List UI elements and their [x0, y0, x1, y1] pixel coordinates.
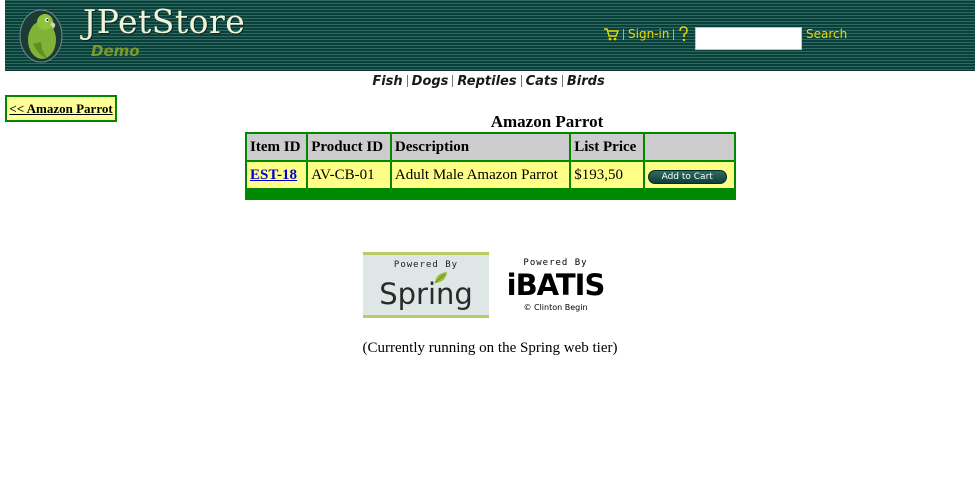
sign-in-link[interactable]: Sign-in: [628, 27, 669, 41]
quicklink-dogs[interactable]: Dogs: [412, 74, 449, 89]
header-menu: Sign-in: [603, 24, 689, 44]
search-input[interactable]: [695, 27, 802, 50]
ibatis-badge[interactable]: Powered By iBATIS © Clinton Begin: [500, 255, 611, 317]
add-to-cart-button[interactable]: Add to Cart: [647, 169, 727, 184]
action-cell: Add to Cart: [644, 162, 734, 188]
quicklink-separator: [406, 75, 408, 87]
leaf-icon: [433, 271, 449, 285]
spring-logo-text: Spring: [379, 277, 473, 311]
quicklink-separator: [561, 75, 563, 87]
list-price-cell: $193,50: [571, 162, 643, 188]
item-id-link[interactable]: EST-18: [250, 167, 297, 183]
quicklink-separator: [520, 75, 522, 87]
items-table: Item ID Product ID Description List Pric…: [245, 132, 736, 200]
column-header-list-price: List Price: [571, 134, 643, 160]
running-status-text: (Currently running on the Spring web tie…: [362, 340, 618, 356]
column-header-action: [644, 134, 734, 160]
quicklink-separator: [452, 75, 454, 87]
shopping-cart-icon[interactable]: [603, 26, 620, 42]
spring-powered-by-label: Powered By: [393, 260, 459, 270]
description-cell: Adult Male Amazon Parrot: [391, 162, 570, 188]
ibatis-copyright: © Clinton Begin: [523, 303, 588, 312]
table-row: EST-18 AV-CB-01 Adult Male Amazon Parrot…: [247, 162, 734, 188]
spring-badge[interactable]: Powered By Spring: [363, 252, 489, 318]
column-header-description: Description: [391, 134, 570, 160]
table-footer-row: [247, 190, 734, 198]
header-banner: JPetStore Demo Sign-in Search: [5, 0, 975, 71]
item-id-cell: EST-18: [247, 162, 307, 188]
quicklink-cats[interactable]: Cats: [526, 74, 558, 89]
quicklink-birds[interactable]: Birds: [567, 74, 605, 89]
category-quicklinks: Fish Dogs Reptiles Cats Birds: [0, 72, 977, 90]
parrot-logo-icon[interactable]: [19, 6, 67, 64]
column-header-product-id: Product ID: [308, 134, 390, 160]
table-header-row: Item ID Product ID Description List Pric…: [247, 134, 734, 160]
search-button[interactable]: Search: [806, 27, 847, 41]
column-header-item-id: Item ID: [247, 134, 307, 160]
menu-separator: [673, 28, 675, 40]
product-id-cell: AV-CB-01: [308, 162, 390, 188]
table-footer: [247, 190, 734, 198]
quicklink-fish[interactable]: Fish: [372, 74, 402, 89]
ibatis-powered-by-label: Powered By: [523, 258, 588, 268]
logo-title[interactable]: JPetStore: [83, 2, 245, 41]
help-icon[interactable]: [678, 26, 689, 42]
logo-subtitle: Demo: [91, 42, 140, 60]
page-title: Amazon Parrot: [490, 112, 604, 131]
quicklink-reptiles[interactable]: Reptiles: [457, 74, 516, 89]
ibatis-logo-text: iBATIS: [506, 268, 606, 302]
menu-separator: [623, 28, 624, 40]
